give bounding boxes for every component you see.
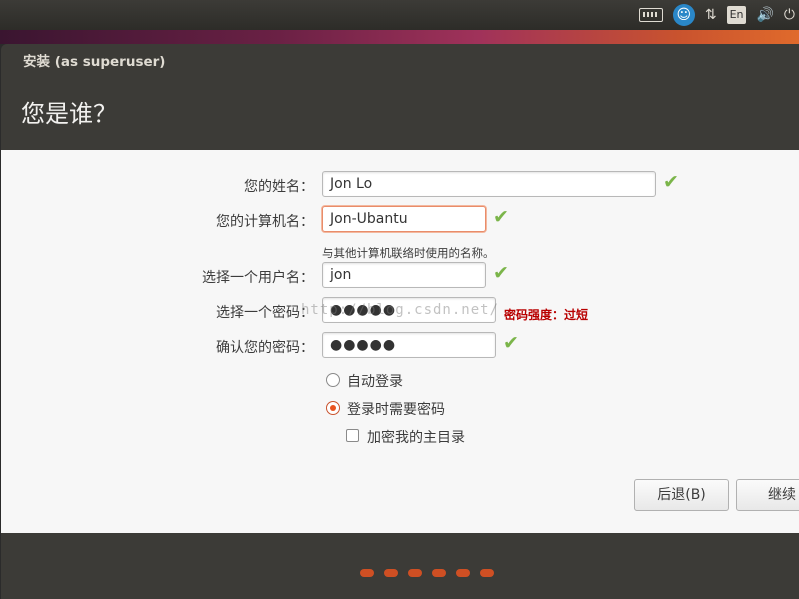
encrypt-home-checkbox[interactable] [346,429,359,442]
confirm-password-field[interactable]: ●●●●● [322,332,496,358]
back-button[interactable]: 后退(B) [634,479,729,511]
auto-login-label[interactable]: 自动登录 [347,371,403,391]
auto-login-radio[interactable] [326,373,340,387]
window-title: 安装 (as superuser) [23,54,166,70]
password-strength-text: 密码强度：过短 [504,308,589,322]
confirm-password-label: 确认您的密码： [216,340,314,356]
require-password-label[interactable]: 登录时需要密码 [347,399,445,419]
desktop-wallpaper [0,30,799,44]
password-field[interactable]: ●●●●● [322,297,496,323]
username-valid-check-icon: ✔ [493,262,509,284]
computer-name-hint: 与其他计算机联络时使用的名称。 [322,246,495,260]
encrypt-home-label[interactable]: 加密我的主目录 [367,427,465,447]
username-label: 选择一个用户名： [202,270,314,286]
progress-dot [408,569,422,577]
keyboard-icon[interactable] [638,8,663,22]
progress-dot [384,569,398,577]
network-updown-icon[interactable]: ⇅ [705,3,717,27]
page-title: 您是谁？ [21,100,117,128]
username-field[interactable]: jon [322,262,486,288]
power-gear-icon[interactable]: ⏻ [784,3,795,27]
form-panel: 您的姓名： Jon Lo ✔ 您的计算机名： Jon-Ubantu ✔ 与其他计… [1,150,799,533]
installer-window: 安装 (as superuser) 您是谁？ 您的姓名： Jon Lo ✔ 您的… [1,44,799,599]
computer-name-label: 您的计算机名： [216,214,314,230]
name-label: 您的姓名： [244,179,314,195]
password-label: 选择一个密码： [216,305,314,321]
progress-dot [480,569,494,577]
indicator-area: ☺ ⇅ En 🔊 ⏻ [638,3,795,27]
language-indicator[interactable]: En [726,6,747,24]
progress-dot [456,569,470,577]
computer-name-field[interactable]: Jon-Ubantu [322,206,486,232]
accessibility-icon[interactable]: ☺ [672,4,695,26]
progress-dots [360,569,494,577]
require-password-radio[interactable] [326,401,340,415]
continue-button[interactable]: 继续 [736,479,799,511]
progress-dot [432,569,446,577]
name-field[interactable]: Jon Lo [322,171,656,197]
name-valid-check-icon: ✔ [663,171,679,193]
computer-valid-check-icon: ✔ [493,206,509,228]
progress-dot [360,569,374,577]
installer-footer [1,533,799,599]
volume-icon[interactable]: 🔊 [756,3,773,27]
confirm-valid-check-icon: ✔ [503,332,519,354]
top-panel: ☺ ⇅ En 🔊 ⏻ [0,0,799,30]
